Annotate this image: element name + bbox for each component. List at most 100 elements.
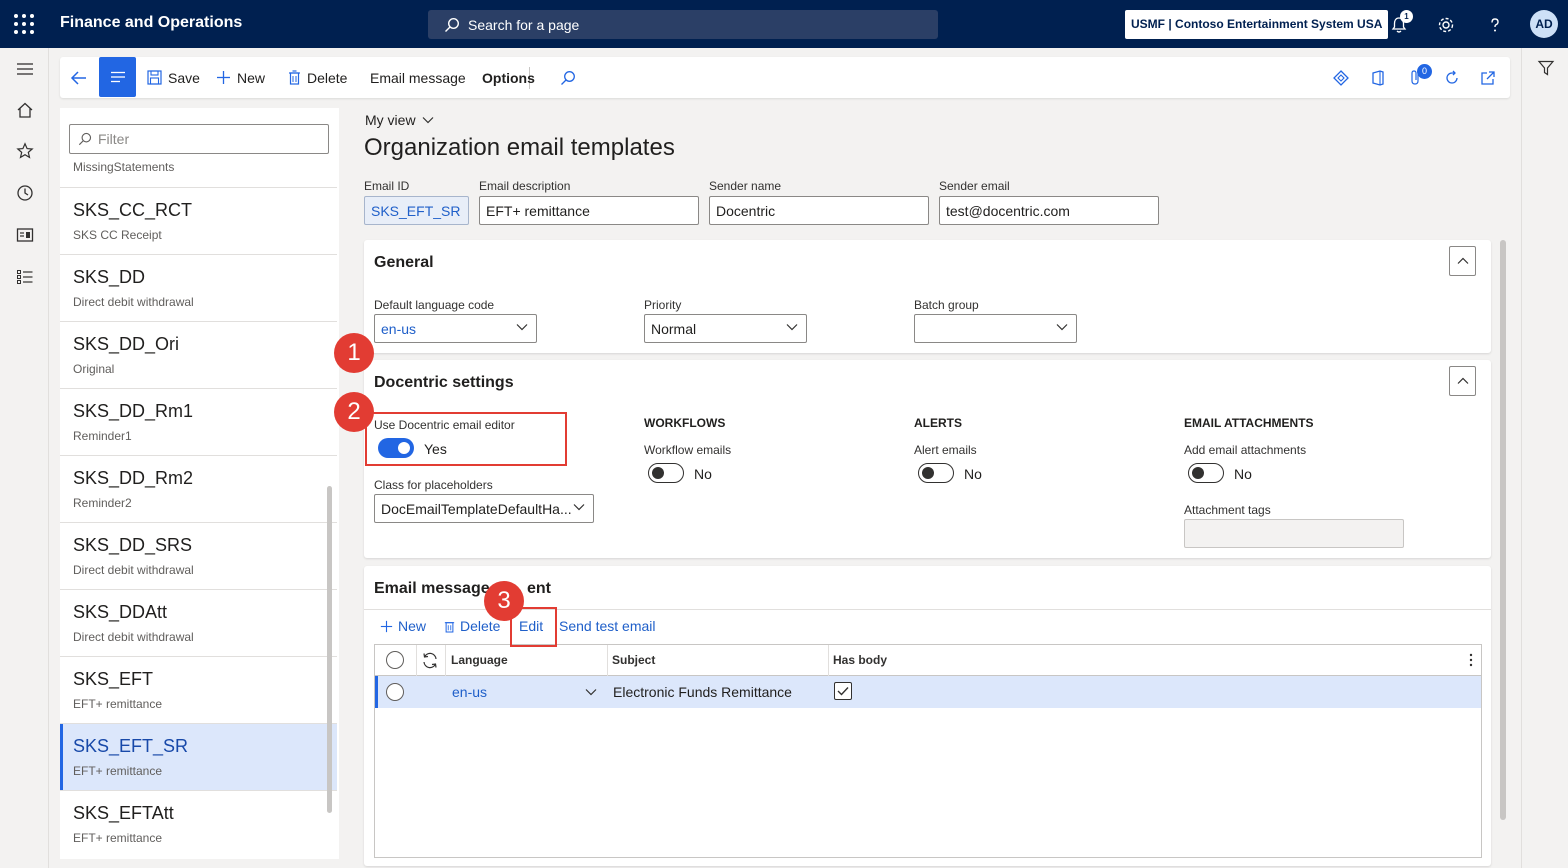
docentric-settings-title[interactable]: Docentric settings — [374, 374, 514, 392]
favorites-star-icon[interactable] — [14, 140, 36, 162]
attachment-tags-field[interactable] — [1184, 519, 1404, 548]
list-item[interactable]: SKS_DD Direct debit withdrawal — [60, 254, 337, 321]
add-attachments-value: No — [1234, 466, 1252, 482]
save-button[interactable]: Save — [147, 57, 200, 98]
class-placeholders-dropdown[interactable]: DocEmailTemplateDefaultHa... — [374, 494, 594, 523]
gear-icon — [1438, 17, 1454, 33]
hamburger-icon[interactable] — [14, 58, 36, 80]
list-item[interactable]: SKS_CC_RCT SKS CC Receipt — [60, 187, 337, 254]
list-item[interactable]: SKS_DD_Ori Original — [60, 321, 337, 388]
email-attachments-heading: EMAIL ATTACHMENTS — [1184, 416, 1314, 430]
save-label: Save — [168, 69, 200, 86]
power-apps-button[interactable] — [1333, 57, 1349, 98]
list-item[interactable]: SKS_EFTAtt EFT+ remittance — [60, 790, 337, 857]
table-row[interactable]: en-us Electronic Funds Remittance — [375, 676, 1481, 708]
email-id-field[interactable]: SKS_EFT_SR — [364, 196, 469, 225]
list-item[interactable]: SKS_DD_Rm1 Reminder1 — [60, 388, 337, 455]
email-content-title-part2: ent — [526, 580, 551, 597]
default-language-dropdown[interactable]: en-us — [374, 314, 537, 343]
list-item[interactable]: SKS_EFT EFT+ remittance — [60, 656, 337, 723]
left-navigation — [0, 48, 49, 868]
email-description-field[interactable]: EFT+ remittance — [479, 196, 699, 225]
app-launcher-icon[interactable] — [14, 14, 34, 34]
list-item-title: SKS_DD_Ori — [73, 334, 180, 354]
page-search-box[interactable]: Search for a page — [428, 10, 938, 39]
home-icon[interactable] — [14, 99, 36, 121]
list-item-title: SKS_DD — [73, 267, 146, 287]
batch-group-dropdown[interactable] — [914, 314, 1077, 343]
sender-email-field[interactable]: test@docentric.com — [939, 196, 1159, 225]
add-attachments-toggle[interactable] — [1188, 463, 1224, 483]
open-new-window-button[interactable] — [1480, 57, 1496, 98]
priority-dropdown[interactable]: Normal — [644, 314, 807, 343]
modules-list-icon[interactable] — [14, 266, 36, 288]
email-content-title[interactable]: Email message c ent — [374, 580, 551, 598]
content-delete-button[interactable]: Delete — [444, 616, 500, 636]
has-body-checkbox[interactable] — [834, 682, 852, 700]
refresh-grid-icon[interactable] — [421, 652, 439, 672]
row-select-radio[interactable] — [386, 683, 404, 701]
options-tab[interactable]: Options — [482, 57, 535, 98]
workflow-emails-value: No — [694, 466, 712, 482]
list-item-title: SKS_DD_Rm2 — [73, 468, 194, 488]
content-new-button[interactable]: New — [380, 616, 426, 636]
subject-cell[interactable]: Electronic Funds Remittance — [613, 676, 792, 708]
workflow-emails-toggle[interactable] — [648, 463, 684, 483]
recent-clock-icon[interactable] — [14, 182, 36, 204]
list-item-title: SKS_DD_SRS — [73, 535, 193, 555]
subject-column-header[interactable]: Subject — [612, 645, 655, 676]
highlight-edit-button-box — [510, 607, 557, 647]
list-scrollbar[interactable] — [327, 486, 332, 813]
refresh-icon — [1446, 70, 1458, 84]
list-item[interactable]: SKS_DD_SRS Direct debit withdrawal — [60, 522, 337, 589]
default-language-label: Default language code — [374, 298, 495, 312]
company-picker[interactable]: USMF | Contoso Entertainment System USA — [1125, 10, 1389, 39]
plus-icon — [217, 71, 230, 84]
delete-button[interactable]: Delete — [288, 57, 347, 98]
email-message-tab[interactable]: Email message — [370, 57, 466, 98]
alert-emails-toggle[interactable] — [918, 463, 954, 483]
list-filter-input[interactable]: Filter — [69, 124, 329, 154]
sender-name-field[interactable]: Docentric — [709, 196, 929, 225]
list-item-title: SKS_EFT_SR — [73, 736, 189, 756]
new-button[interactable]: New — [216, 57, 265, 98]
template-list-panel: Filter MissingStatements SKS_CC_RCT SKS C… — [60, 108, 339, 859]
select-all-radio[interactable] — [386, 651, 404, 669]
attachments-button[interactable]: 0 — [1409, 57, 1432, 98]
settings-button[interactable] — [1435, 14, 1457, 36]
batch-group-label: Batch group — [914, 298, 979, 312]
list-item-title: SKS_EFT — [73, 669, 154, 689]
collapse-general-button[interactable] — [1449, 246, 1476, 276]
send-test-email-button[interactable]: Send test email — [559, 616, 656, 636]
form-scrollbar[interactable] — [1500, 240, 1506, 820]
refresh-button[interactable] — [1444, 57, 1460, 98]
search-icon — [78, 132, 92, 146]
alerts-heading: ALERTS — [914, 416, 962, 430]
collapse-docentric-button[interactable] — [1449, 366, 1476, 396]
filter-funnel-icon[interactable] — [1537, 59, 1555, 80]
more-options-icon[interactable] — [1469, 653, 1473, 670]
has-body-column-header[interactable]: Has body — [833, 645, 887, 676]
class-placeholders-label: Class for placeholders — [374, 478, 493, 492]
list-toggle-button[interactable] — [99, 57, 136, 97]
action-search-button[interactable] — [560, 57, 576, 98]
general-title[interactable]: General — [374, 254, 434, 272]
list-item[interactable]: SKS_DD_Rm2 Reminder2 — [60, 455, 337, 522]
list-item-title: SKS_EFTAtt — [73, 803, 174, 823]
general-fasttab: General Default language code en-us Prio… — [364, 240, 1491, 353]
content-delete-label: Delete — [460, 618, 501, 634]
add-attachments-label: Add email attachments — [1184, 443, 1307, 457]
user-avatar[interactable]: AD — [1530, 10, 1558, 38]
notifications-button[interactable]: 1 — [1388, 10, 1413, 36]
workspaces-icon[interactable] — [14, 224, 36, 246]
list-item-selected[interactable]: SKS_EFT_SR EFT+ remittance — [60, 723, 337, 790]
office-button[interactable] — [1371, 57, 1385, 98]
language-column-header[interactable]: Language — [451, 645, 508, 676]
help-button[interactable] — [1484, 14, 1506, 36]
my-view-selector[interactable]: My view — [365, 112, 434, 128]
list-item[interactable]: SKS_DDAtt Direct debit withdrawal — [60, 589, 337, 656]
language-cell[interactable]: en-us — [452, 676, 602, 708]
back-button[interactable] — [70, 57, 88, 98]
list-item-partial[interactable]: MissingStatements — [73, 160, 174, 174]
app-title[interactable]: Finance and Operations — [60, 14, 242, 32]
